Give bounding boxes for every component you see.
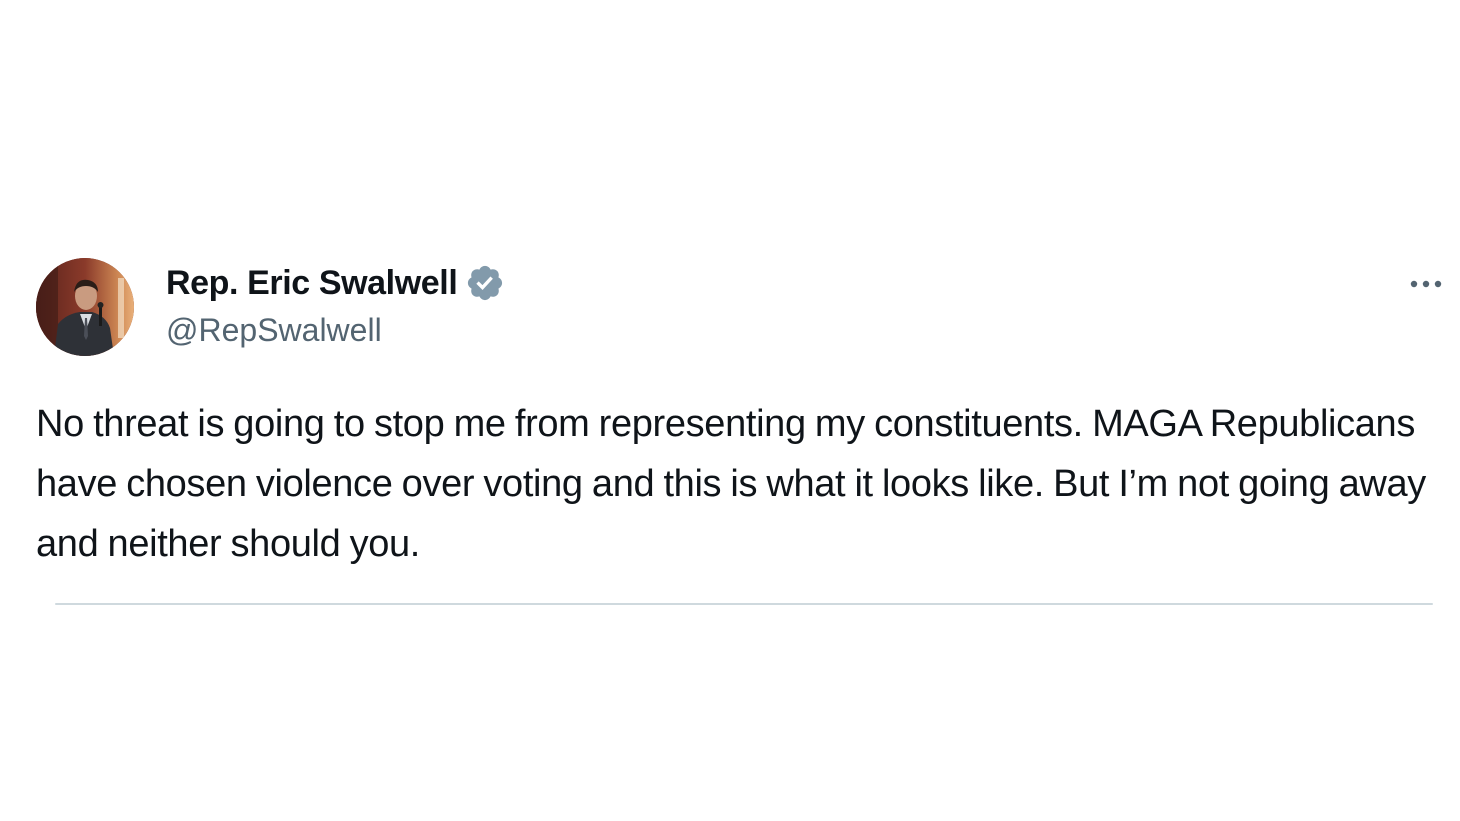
tweet-card: Rep. Eric Swalwell @RepSwalwell No threa…	[0, 0, 1460, 821]
author-name-row: Rep. Eric Swalwell	[166, 262, 505, 304]
author-display-name[interactable]: Rep. Eric Swalwell	[166, 264, 458, 303]
profile-photo	[36, 258, 134, 356]
divider	[55, 603, 1433, 605]
author-handle[interactable]: @RepSwalwell	[166, 312, 382, 349]
tweet-body-text: No threat is going to stop me from repre…	[36, 403, 1426, 565]
more-options-icon	[1410, 280, 1442, 288]
author-avatar[interactable]	[36, 258, 134, 356]
verified-badge-icon[interactable]	[465, 263, 505, 303]
more-options-button[interactable]	[1404, 268, 1448, 300]
